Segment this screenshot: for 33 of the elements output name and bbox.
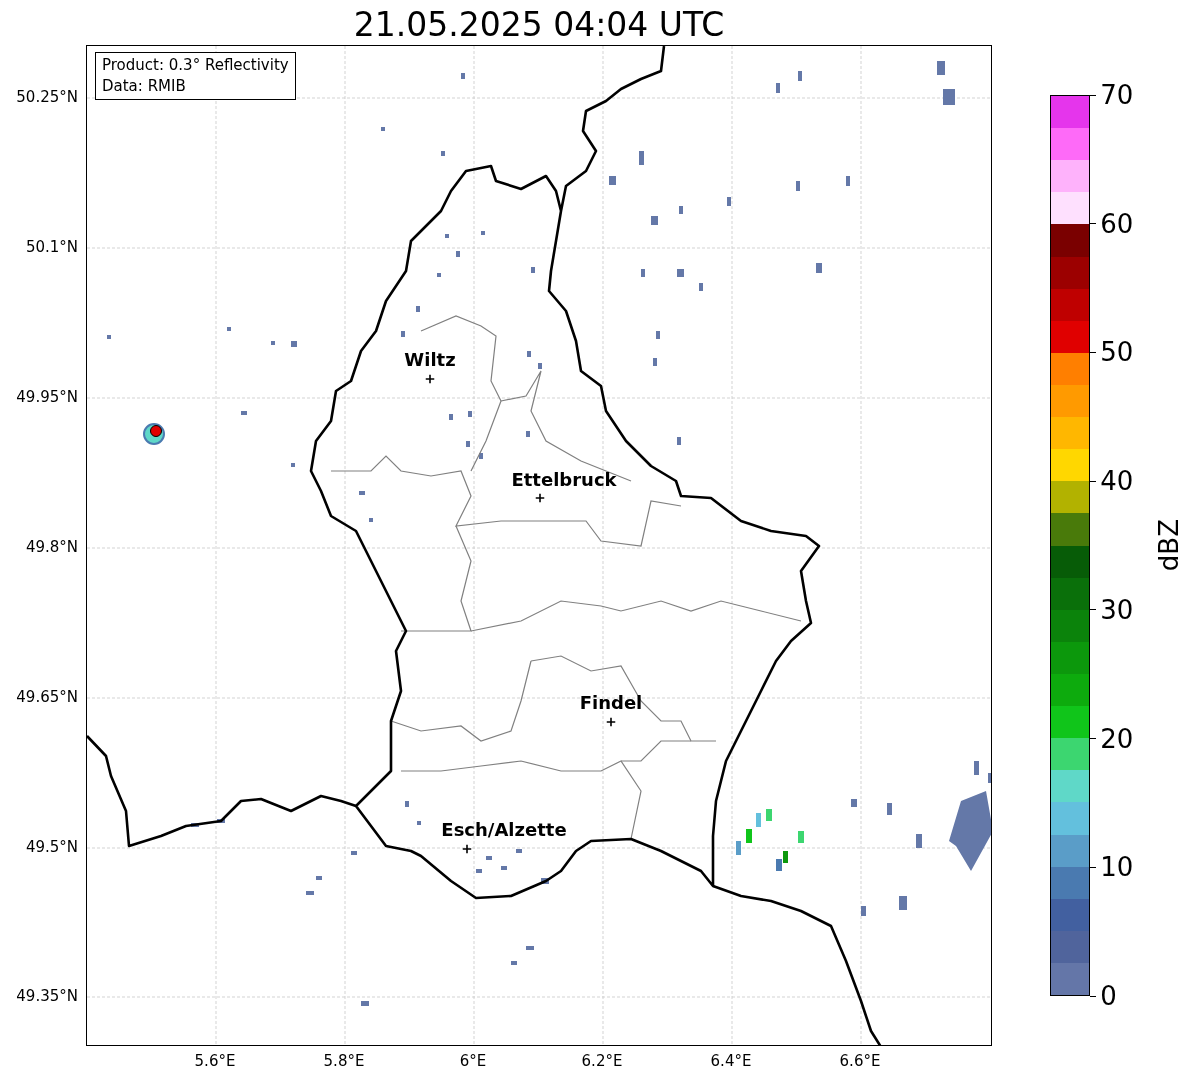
longitude-label: 6.6°E <box>839 1052 881 1070</box>
latitude-label: 49.8°N <box>25 538 78 556</box>
longitude-label: 6.2°E <box>581 1052 623 1070</box>
plus-marker-icon <box>425 374 435 384</box>
colorbar-tick-label: 60 <box>1100 208 1134 239</box>
longitude-label: 6°E <box>459 1052 487 1070</box>
plus-marker-icon <box>462 844 472 854</box>
plus-marker-icon <box>606 717 616 727</box>
colorbar-tick-label: 0 <box>1100 981 1117 1011</box>
plus-marker-icon <box>535 493 545 503</box>
colorbar-tick-label: 20 <box>1100 723 1134 754</box>
colorbar-tick-label: 70 <box>1100 80 1134 110</box>
latitude-label: 50.25°N <box>16 88 78 106</box>
colorbar-tick-label: 10 <box>1100 852 1134 883</box>
info-text: Data: RMIB <box>102 76 187 97</box>
colorbar-tick-label: 40 <box>1100 466 1134 497</box>
city-label: Wiltz <box>404 349 456 370</box>
colorbar-tick-label: 50 <box>1100 337 1134 368</box>
colorbar-label: dBZ <box>1154 519 1184 572</box>
city-label: Findel <box>579 692 643 713</box>
chart-title: 21.05.2025 04:04 UTC <box>353 5 725 45</box>
longitude-label: 6.4°E <box>710 1052 752 1070</box>
latitude-label: 49.95°N <box>16 388 78 406</box>
colorbar-tick-label: 30 <box>1100 594 1134 625</box>
longitude-label: 5.6°E <box>194 1052 236 1070</box>
info-text: Product: 0.3° Reflectivity <box>102 55 289 76</box>
latitude-label: 49.5°N <box>25 838 78 856</box>
city-label: Ettelbruck <box>511 469 617 490</box>
city-label: Esch/Alzette <box>441 819 567 840</box>
latitude-label: 49.65°N <box>16 688 78 706</box>
latitude-label: 49.35°N <box>16 987 78 1005</box>
latitude-label: 50.1°N <box>25 238 78 256</box>
longitude-label: 5.8°E <box>323 1052 365 1070</box>
